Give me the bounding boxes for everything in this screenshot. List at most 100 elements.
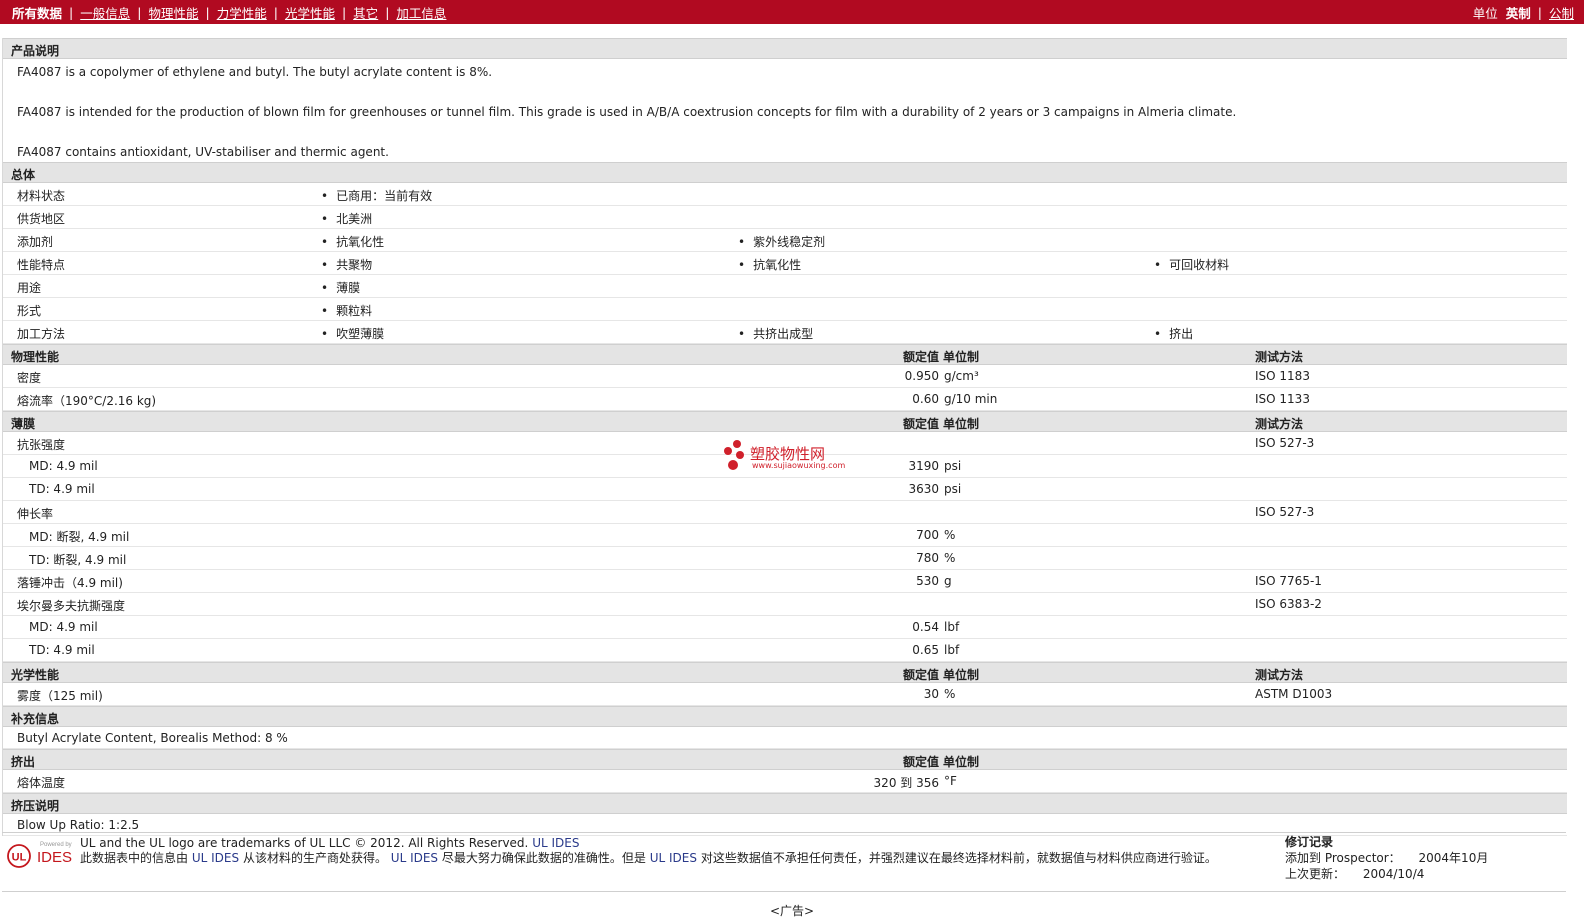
nav-other[interactable]: 其它: [353, 3, 378, 22]
bullet-value: 抗氧化性: [738, 256, 801, 273]
bullet-value: 北美洲: [321, 210, 372, 227]
supplement-row: Butyl Acrylate Content, Borealis Method:…: [3, 727, 1567, 749]
row-method: ISO 527-3: [1255, 505, 1315, 519]
section-title: 补充信息: [11, 712, 60, 726]
header-method: 测试方法: [1255, 668, 1304, 682]
row-unit: lbf: [944, 643, 960, 657]
row-label: TD: 断裂, 4.9 mil: [29, 553, 127, 567]
header-method: 测试方法: [1255, 417, 1304, 431]
footer: UL Powered by IDES UL and the UL logo ar…: [2, 832, 1566, 892]
datasheet: 产品说明 FA4087 is a copolymer of ethylene a…: [2, 38, 1567, 836]
nav-physical[interactable]: 物理性能: [148, 3, 198, 22]
added-value: 2004年10月: [1418, 851, 1489, 865]
property-row: 落锤冲击（4.9 mil) 530 g ISO 7765-1: [3, 570, 1567, 593]
row-unit: °F: [944, 774, 957, 788]
row-value: 700: [916, 528, 939, 542]
row-unit: psi: [944, 482, 962, 496]
row-value: 320 到 356: [873, 776, 939, 790]
row-unit: g: [944, 574, 952, 588]
product-description: FA4087 is a copolymer of ethylene and bu…: [3, 59, 1567, 162]
general-row: 性能特点 共聚物 抗氧化性 可回收材料: [3, 252, 1567, 275]
row-value: 0.60: [912, 392, 939, 406]
ul-ides-link[interactable]: UL IDES: [532, 836, 579, 850]
nav-separator: |: [273, 4, 278, 20]
section-title: 物理性能: [11, 350, 60, 364]
unit-switcher: 单位 英制 | 公制: [1473, 3, 1574, 22]
property-row: 伸长率 ISO 527-3: [3, 501, 1567, 524]
row-method: ISO 1133: [1255, 392, 1310, 406]
property-row: 埃尔曼多夫抗撕强度 ISO 6383-2: [3, 593, 1567, 616]
unit-metric[interactable]: 公制: [1549, 3, 1574, 22]
section-header-physical: 物理性能 额定值 单位制 测试方法: [3, 344, 1567, 365]
row-label: TD: 4.9 mil: [29, 643, 95, 657]
watermark-url: www.sujiaowuxing.com: [752, 461, 846, 470]
section-title: 挤出: [11, 755, 36, 769]
property-row: MD: 断裂, 4.9 mil 700 %: [3, 524, 1567, 547]
header-unit: 单位制: [943, 668, 980, 682]
updated-value: 2004/10/4: [1362, 867, 1425, 881]
bullet-value: 紫外线稳定剂: [738, 233, 825, 250]
description-paragraph: FA4087 is intended for the production of…: [17, 105, 1237, 119]
section-title: 光学性能: [11, 668, 60, 682]
row-value: 0.65: [912, 643, 939, 657]
row-label: 熔流率（190°C/2.16 kg): [17, 394, 157, 408]
watermark: 塑胶物性网 www.sujiaowuxing.com: [722, 439, 845, 476]
logo-powered-text: Powered by: [40, 842, 72, 848]
property-row: 密度 0.950 g/cm³ ISO 1183: [3, 365, 1567, 388]
row-label: 埃尔曼多夫抗撕强度: [17, 599, 126, 613]
bullet-value: 抗氧化性: [321, 233, 384, 250]
nav-processing-info[interactable]: 加工信息: [396, 3, 446, 22]
trademark-text: UL and the UL logo are trademarks of UL …: [80, 836, 529, 850]
row-label: 用途: [17, 281, 42, 295]
disclaimer-text: 对这些数据值不承担任何责任，并强烈建议在最终选择材料前，就数据值与材料供应商进行…: [700, 851, 1217, 865]
nav-separator: |: [69, 4, 74, 20]
logo-ul-text: UL: [12, 852, 27, 864]
footer-line-1: UL and the UL logo are trademarks of UL …: [80, 836, 1270, 851]
unit-imperial[interactable]: 英制: [1506, 3, 1531, 22]
nav-all-data[interactable]: 所有数据: [12, 3, 62, 22]
added-label: 添加到 Prospector：: [1285, 851, 1401, 865]
section-title: 产品说明: [11, 44, 60, 58]
brand-text: UL IDES: [649, 851, 697, 865]
section-header-film: 薄膜 额定值 单位制 测试方法: [3, 411, 1567, 432]
section-header-supplement: 补充信息: [3, 706, 1567, 727]
bullet-value: 共挤出成型: [738, 325, 813, 342]
row-method: ISO 7765-1: [1255, 574, 1322, 588]
property-row: TD: 4.9 mil 0.65 lbf: [3, 639, 1567, 662]
row-label: 材料状态: [17, 189, 66, 203]
nav-general-info[interactable]: 一般信息: [80, 3, 130, 22]
revision-history: 修订记录 添加到 Prospector： 2004年10月 上次更新： 2004…: [1285, 834, 1488, 882]
nav-separator: |: [385, 4, 390, 20]
row-unit: %: [944, 528, 956, 542]
units-label: 单位: [1472, 5, 1498, 21]
nav-separator: |: [205, 4, 210, 20]
row-method: ASTM D1003: [1255, 687, 1333, 701]
general-row: 添加剂 抗氧化性 紫外线稳定剂: [3, 229, 1567, 252]
general-row: 材料状态 已商用：当前有效: [3, 183, 1567, 206]
bullet-value: 共聚物: [321, 256, 372, 273]
row-value: 780: [916, 551, 939, 565]
row-label: 供货地区: [17, 212, 66, 226]
description-paragraph: FA4087 contains antioxidant, UV-stabilis…: [17, 145, 389, 159]
row-unit: %: [944, 551, 956, 565]
section-title: 薄膜: [11, 417, 36, 431]
row-label: MD: 4.9 mil: [29, 620, 98, 634]
row-label: 伸长率: [17, 507, 54, 521]
nav-optical[interactable]: 光学性能: [285, 3, 335, 22]
extrusion-note-text: Blow Up Ratio: 1:2.5: [17, 818, 140, 832]
disclaimer-text: 从该材料的生产商处获得。: [242, 851, 387, 865]
row-label: MD: 4.9 mil: [29, 459, 98, 473]
row-label: 形式: [17, 304, 42, 318]
row-unit: psi: [944, 459, 962, 473]
row-value: 30: [923, 687, 939, 701]
ad-label: <广告>: [769, 904, 815, 918]
row-method: ISO 527-3: [1255, 436, 1315, 450]
row-unit: g/cm³: [944, 369, 979, 383]
watermark-dots-icon: [724, 440, 744, 470]
row-unit: lbf: [944, 620, 960, 634]
general-row: 供货地区 北美洲: [3, 206, 1567, 229]
row-method: ISO 6383-2: [1255, 597, 1322, 611]
header-method: 测试方法: [1255, 350, 1304, 364]
nav-mechanical[interactable]: 力学性能: [217, 3, 267, 22]
bullet-value: 吹塑薄膜: [321, 325, 384, 342]
